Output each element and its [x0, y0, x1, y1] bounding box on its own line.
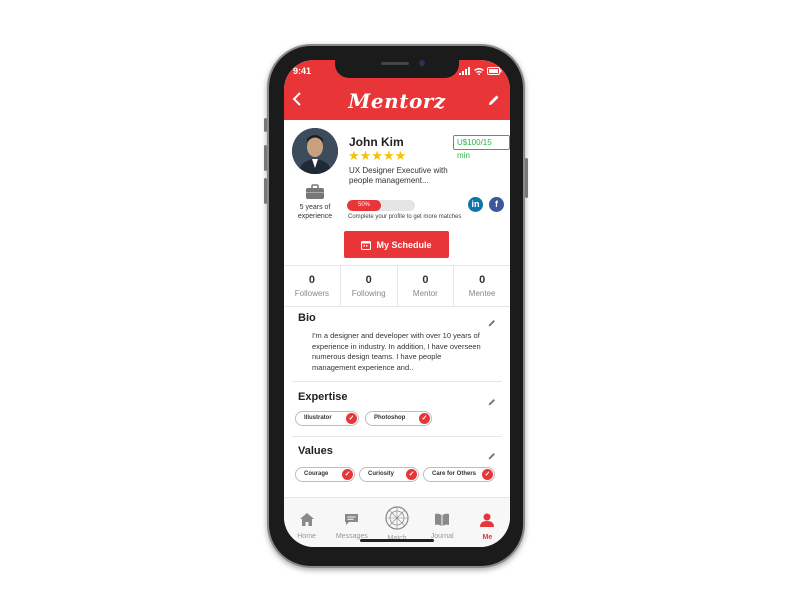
stat-count: 0	[365, 274, 372, 286]
value-chip[interactable]: Care for Others ✓	[423, 467, 495, 482]
tab-label: Me	[482, 534, 493, 541]
profile-name: John Kim	[349, 135, 404, 149]
app-header: Mentorz	[284, 84, 510, 120]
edit-expertise-button[interactable]	[488, 393, 496, 411]
calendar-icon	[361, 240, 372, 250]
check-icon: ✓	[406, 469, 417, 480]
rate-badge: U$100/15 min	[453, 135, 510, 160]
signal-icon	[459, 67, 470, 75]
profile-progress-bar: 50%	[347, 200, 415, 211]
stat-following[interactable]: 0 Following	[341, 266, 398, 306]
stat-mentee[interactable]: 0 Mentee	[454, 266, 510, 306]
pencil-icon	[488, 453, 495, 460]
tab-label: Home	[297, 533, 316, 540]
chip-label: Curiosity	[368, 471, 395, 477]
messages-icon	[345, 514, 359, 525]
person-icon	[480, 513, 495, 527]
values-title: Values	[298, 445, 333, 457]
home-indicator	[360, 539, 434, 542]
status-icons	[459, 67, 502, 75]
facebook-icon[interactable]: f	[489, 197, 504, 212]
app-logo: Mentorz	[348, 89, 446, 113]
stat-count: 0	[479, 274, 486, 286]
briefcase-icon	[305, 184, 325, 205]
bio-title: Bio	[298, 312, 316, 324]
profile-title: UX Designer Executive with people manage…	[349, 166, 448, 185]
chip-label: Care for Others	[432, 471, 477, 477]
stat-count: 0	[308, 274, 315, 286]
app-screen: 9:41 Mentorz 5 years of experience John …	[284, 60, 510, 547]
check-icon: ✓	[342, 469, 353, 480]
progress-fill: 50%	[347, 200, 381, 211]
expertise-title: Expertise	[298, 391, 348, 403]
stat-count: 0	[422, 274, 429, 286]
stat-label: Following	[351, 289, 386, 298]
stat-label: Mentee	[468, 289, 496, 298]
status-time: 9:41	[293, 66, 312, 76]
divider	[292, 381, 502, 382]
phone-volume-up-button	[264, 145, 267, 171]
journal-icon	[435, 513, 450, 526]
stat-label: Followers	[294, 289, 329, 298]
stat-mentor[interactable]: 0 Mentor	[398, 266, 455, 306]
pencil-icon	[488, 320, 495, 327]
speaker-grille	[381, 62, 409, 65]
phone-mute-switch	[264, 118, 267, 132]
tab-me[interactable]: Me	[465, 498, 510, 547]
progress-hint: Complete your profile to get more matche…	[348, 214, 462, 220]
battery-icon	[487, 67, 502, 75]
chip-label: Courage	[304, 471, 329, 477]
my-schedule-label: My Schedule	[376, 239, 432, 250]
phone-power-button	[525, 158, 528, 198]
divider	[292, 436, 502, 437]
pencil-icon	[489, 95, 499, 105]
experience-label: 5 years of experience	[297, 204, 333, 220]
expertise-chip[interactable]: Illustrator ✓	[295, 411, 359, 426]
check-icon: ✓	[482, 469, 493, 480]
check-icon: ✓	[419, 413, 430, 424]
home-icon	[299, 513, 314, 526]
phone-volume-down-button	[264, 178, 267, 204]
check-icon: ✓	[346, 413, 357, 424]
edit-profile-button[interactable]	[488, 93, 500, 111]
expertise-chip[interactable]: Photoshop ✓	[365, 411, 432, 426]
phone-notch	[335, 60, 459, 78]
avatar[interactable]	[292, 128, 338, 174]
value-chip[interactable]: Courage ✓	[295, 467, 355, 482]
chip-label: Illustrator	[304, 415, 332, 421]
edit-values-button[interactable]	[488, 447, 496, 465]
my-schedule-button[interactable]: My Schedule	[344, 231, 449, 258]
pencil-icon	[488, 399, 495, 406]
stats-row: 0 Followers 0 Following 0 Mentor 0 Mente…	[284, 265, 510, 307]
value-chip[interactable]: Curiosity ✓	[359, 467, 419, 482]
tab-home[interactable]: Home	[284, 498, 329, 547]
stat-followers[interactable]: 0 Followers	[284, 266, 341, 306]
edit-bio-button[interactable]	[488, 314, 496, 332]
stat-label: Mentor	[412, 289, 438, 298]
status-bar: 9:41	[284, 60, 510, 84]
chip-label: Photoshop	[374, 415, 406, 421]
user-photo	[292, 128, 338, 174]
front-camera	[419, 60, 425, 66]
progress-label: 50%	[357, 202, 370, 208]
bio-text: I'm a designer and developer with over 1…	[312, 331, 481, 372]
linkedin-icon[interactable]: in	[468, 197, 483, 212]
match-icon	[385, 506, 409, 530]
rating-stars: ★★★★★	[348, 148, 407, 163]
wifi-icon	[474, 68, 484, 75]
